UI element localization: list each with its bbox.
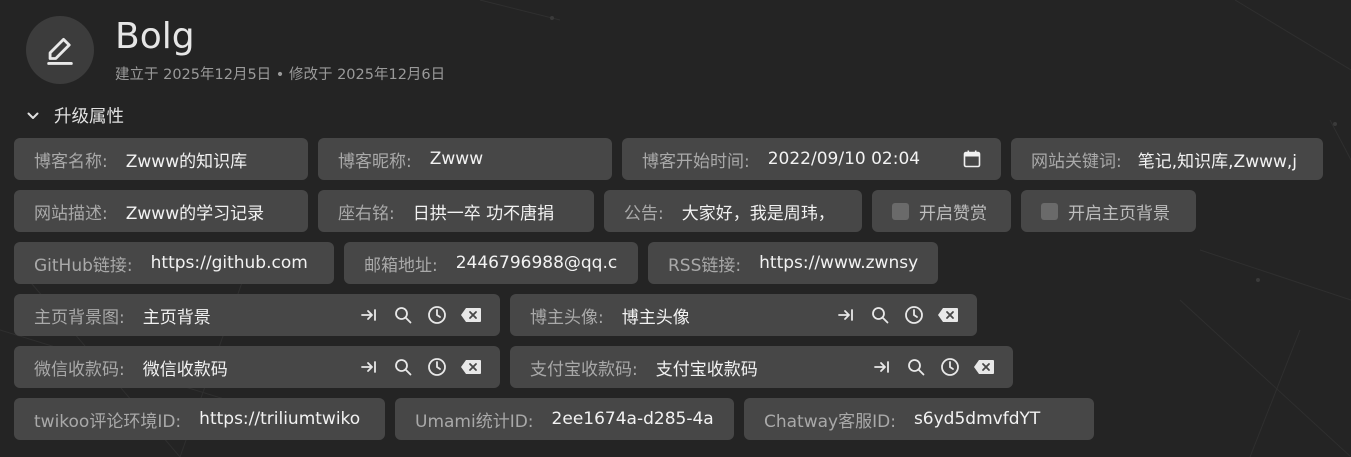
attr-label: 博主头像: <box>530 307 604 328</box>
attr-label: twikoo评论环境ID: <box>34 411 182 432</box>
edit-pencil-icon <box>47 37 73 65</box>
attr-twikoo-id-input[interactable]: https://triliumtwiko <box>199 409 385 429</box>
go-to-icon[interactable] <box>865 358 899 376</box>
attr-label: 博客昵称: <box>338 151 412 172</box>
search-icon[interactable] <box>899 358 933 376</box>
note-title[interactable]: Bolg <box>115 16 445 58</box>
attr-github-link: GitHub链接: https://github.com <box>14 242 334 284</box>
chevron-down-icon <box>27 112 39 119</box>
link-tools <box>829 305 965 325</box>
attr-notice: 公告: 大家好，我是周玮， <box>604 190 862 232</box>
attr-home-bg-image-input[interactable]: 主页背景 <box>143 303 352 328</box>
attr-site-keywords: 网站关键词: 笔记,知识库,Zwww,j <box>1011 138 1323 180</box>
search-icon[interactable] <box>863 306 897 324</box>
promoted-attributes-toggle[interactable]: 升级属性 <box>26 103 124 128</box>
attr-blog-name-input[interactable]: Zwww的知识库 <box>126 147 308 172</box>
go-to-icon[interactable] <box>352 306 386 324</box>
attr-github-link-input[interactable]: https://github.com <box>151 253 334 273</box>
attr-label: Chatway客服ID: <box>764 411 896 432</box>
attr-motto: 座右铭: 日拱一卒 功不唐捐 <box>318 190 594 232</box>
attr-site-description-input[interactable]: Zwww的学习记录 <box>126 199 308 224</box>
attr-blog-nickname-input[interactable]: Zwww <box>430 149 612 169</box>
attr-blog-start-time: 博客开始时间: 2022/09/10 02:04 <box>622 138 1001 180</box>
go-to-icon[interactable] <box>829 306 863 324</box>
attr-blogger-avatar-input[interactable]: 博主头像 <box>622 303 829 328</box>
history-icon[interactable] <box>420 357 454 377</box>
attr-site-keywords-input[interactable]: 笔记,知识库,Zwww,j <box>1138 147 1323 172</box>
attr-label: 博客名称: <box>34 151 108 172</box>
attr-blog-start-time-input[interactable]: 2022/09/10 02:04 <box>768 149 920 169</box>
link-tools <box>352 357 488 377</box>
history-icon[interactable] <box>897 305 931 325</box>
attr-blog-name: 博客名称: Zwww的知识库 <box>14 138 308 180</box>
attr-alipay-qr-input[interactable]: 支付宝收款码 <box>656 355 865 380</box>
link-tools <box>352 305 488 325</box>
attr-label: 邮箱地址: <box>364 255 438 276</box>
attr-label: 网站描述: <box>34 203 108 224</box>
clear-icon[interactable] <box>454 359 488 375</box>
attr-label: 开启主页背景 <box>1068 203 1170 224</box>
attr-chatway-id-input[interactable]: s6yd5dmvfdYT <box>914 409 1094 429</box>
clear-icon[interactable] <box>931 307 965 323</box>
enable-home-bg-checkbox[interactable] <box>1041 202 1058 220</box>
attr-wechat-qr: 微信收款码: 微信收款码 <box>14 346 500 388</box>
history-icon[interactable] <box>420 305 454 325</box>
attr-label: 博客开始时间: <box>642 151 750 172</box>
attr-umami-id: Umami统计ID: 2ee1674a-d285-4a <box>395 398 734 440</box>
attr-label: 开启赞赏 <box>919 203 987 224</box>
attr-chatway-id: Chatway客服ID: s6yd5dmvfdYT <box>744 398 1094 440</box>
attr-label: 微信收款码: <box>34 359 125 380</box>
attr-label: 公告: <box>624 203 664 224</box>
attr-motto-input[interactable]: 日拱一卒 功不唐捐 <box>413 199 594 224</box>
attr-home-bg-image: 主页背景图: 主页背景 <box>14 294 500 336</box>
note-icon[interactable] <box>26 16 94 84</box>
history-icon[interactable] <box>933 357 967 377</box>
attr-rss-link: RSS链接: https://www.zwnsy <box>648 242 938 284</box>
note-meta: 建立于 2025年12月5日 • 修改于 2025年12月6日 <box>115 67 446 83</box>
go-to-icon[interactable] <box>352 358 386 376</box>
attr-label: 主页背景图: <box>34 307 125 328</box>
attr-email: 邮箱地址: 2446796988@qq.c <box>344 242 638 284</box>
attr-label: 支付宝收款码: <box>530 359 638 380</box>
clear-icon[interactable] <box>454 307 488 323</box>
attr-alipay-qr: 支付宝收款码: 支付宝收款码 <box>510 346 1013 388</box>
title-block: Bolg 建立于 2025年12月5日 • 修改于 2025年12月6日 <box>115 16 445 84</box>
attr-label: 座右铭: <box>338 203 395 224</box>
attr-label: GitHub链接: <box>34 255 133 276</box>
attr-enable-reward[interactable]: 开启赞赏 <box>872 190 1011 232</box>
note-header: Bolg 建立于 2025年12月5日 • 修改于 2025年12月6日 <box>26 16 445 84</box>
attr-label: RSS链接: <box>668 255 742 276</box>
link-tools <box>865 357 1001 377</box>
attr-label: 网站关键词: <box>1031 151 1122 172</box>
attr-label: Umami统计ID: <box>415 411 534 432</box>
section-label: 升级属性 <box>54 107 124 127</box>
attr-blogger-avatar: 博主头像: 博主头像 <box>510 294 977 336</box>
attr-enable-home-bg[interactable]: 开启主页背景 <box>1021 190 1196 232</box>
search-icon[interactable] <box>386 306 420 324</box>
attr-notice-input[interactable]: 大家好，我是周玮， <box>682 199 862 224</box>
attr-site-description: 网站描述: Zwww的学习记录 <box>14 190 308 232</box>
attr-blog-nickname: 博客昵称: Zwww <box>318 138 612 180</box>
enable-reward-checkbox[interactable] <box>892 202 909 220</box>
attr-twikoo-id: twikoo评论环境ID: https://triliumtwiko <box>14 398 385 440</box>
attr-rss-link-input[interactable]: https://www.zwnsy <box>759 253 938 273</box>
attr-wechat-qr-input[interactable]: 微信收款码 <box>143 355 352 380</box>
attr-email-input[interactable]: 2446796988@qq.c <box>456 253 638 273</box>
calendar-icon[interactable] <box>963 150 981 168</box>
clear-icon[interactable] <box>967 359 1001 375</box>
attr-umami-id-input[interactable]: 2ee1674a-d285-4a <box>552 409 734 429</box>
search-icon[interactable] <box>386 358 420 376</box>
